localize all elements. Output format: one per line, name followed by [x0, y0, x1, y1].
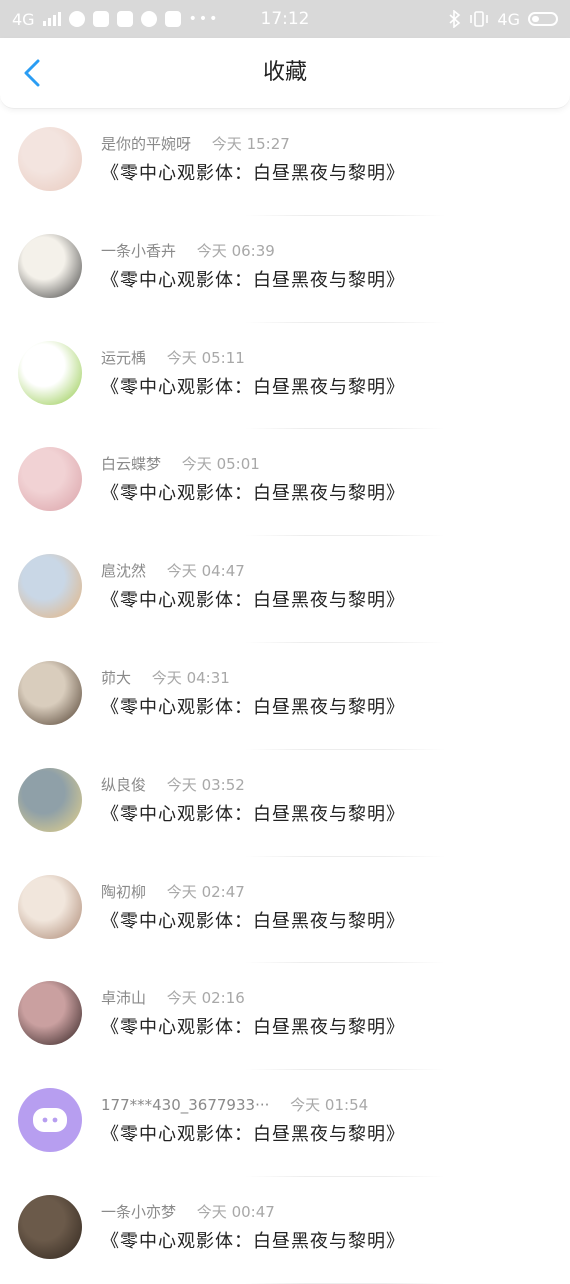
list-item[interactable]: 卓沛山 今天 02:16 《零中心观影体：白昼黑夜与黎明》	[0, 963, 570, 1071]
item-content: 《零中心观影体：白昼黑夜与黎明》	[101, 163, 405, 184]
item-content: 《零中心观影体：白昼黑夜与黎明》	[101, 696, 405, 718]
user-name: 陶初柳	[101, 882, 147, 901]
avatar[interactable]	[18, 127, 82, 191]
chat-bubble-icon	[33, 1108, 67, 1133]
timestamp: 今天 02:47	[166, 882, 245, 901]
list-item[interactable]: 茆大 今天 04:31 《零中心观影体：白昼黑夜与黎明》	[0, 643, 570, 750]
play-app-icon	[140, 11, 157, 27]
item-content: 《零中心观影体：白昼黑夜与黎明》	[101, 1124, 405, 1146]
list-item[interactable]: 一条小亦梦 今天 00:47 《零中心观影体：白昼黑夜与黎明》	[0, 1177, 570, 1284]
s-app-icon	[164, 11, 181, 27]
status-right: 4G	[449, 10, 558, 29]
reader-app-icon	[92, 11, 109, 27]
timestamp: 今天 02:16	[166, 989, 245, 1008]
page-title: 收藏	[262, 60, 307, 85]
timestamp: 今天 01:54	[290, 1096, 369, 1115]
back-button[interactable]	[18, 58, 46, 88]
avatar[interactable]	[18, 1088, 82, 1153]
signal-icon	[42, 12, 61, 26]
list-item[interactable]: 177***430_3677933··· 今天 01:54 《零中心观影体：白昼…	[0, 1070, 570, 1177]
list-item[interactable]: 一条小香卉 今天 06:39 《零中心观影体：白昼黑夜与黎明》	[0, 216, 570, 323]
user-name: 白云蝶梦	[101, 455, 162, 474]
user-name: 运元楀	[101, 348, 147, 367]
list-item[interactable]: 扈沈然 今天 04:47 《零中心观影体：白昼黑夜与黎明》	[0, 536, 570, 643]
list-item[interactable]: 白云蝶梦 今天 05:01 《零中心观影体：白昼黑夜与黎明》	[0, 429, 570, 537]
user-name: 纵良俊	[101, 775, 147, 794]
battery-icon	[528, 12, 558, 26]
list-item[interactable]: 陶初柳 今天 02:47 《零中心观影体：白昼黑夜与黎明》	[0, 857, 570, 964]
status-bar: 4G ••• 17:12 4G	[0, 0, 570, 38]
item-content: 《零中心观影体：白昼黑夜与黎明》	[101, 590, 405, 612]
item-meta: 一条小香卉 今天 06:39	[101, 240, 275, 261]
timestamp: 今天 15:27	[211, 135, 290, 153]
item-content: 《零中心观影体：白昼黑夜与黎明》	[101, 483, 405, 505]
navigation-bar: 收藏	[0, 38, 570, 109]
list-item[interactable]: 运元楀 今天 05:11 《零中心观影体：白昼黑夜与黎明》	[0, 323, 570, 430]
item-content: 《零中心观影体：白昼黑夜与黎明》	[101, 910, 405, 932]
item-content: 《零中心观影体：白昼黑夜与黎明》	[101, 1230, 405, 1252]
bluetooth-icon	[449, 10, 461, 28]
item-content: 《零中心观影体：白昼黑夜与黎明》	[101, 1017, 405, 1039]
network-right-label: 4G	[497, 9, 520, 29]
avatar[interactable]	[18, 233, 82, 298]
avatar[interactable]	[18, 981, 82, 1046]
list-item[interactable]: 是你的平婉呀 今天 15:27 《零中心观影体：白昼黑夜与黎明》	[0, 109, 570, 216]
item-content: 《零中心观影体：白昼黑夜与黎明》	[101, 269, 405, 291]
item-meta: 纵良俊 今天 03:52	[101, 774, 245, 795]
item-meta: 177***430_3677933··· 今天 01:54	[101, 1094, 368, 1115]
more-notifications-icon: •••	[188, 11, 220, 27]
user-name: 177***430_3677933···	[101, 1096, 270, 1115]
item-meta: 茆大 今天 04:31	[101, 667, 230, 688]
avatar[interactable]	[18, 340, 82, 405]
timestamp: 今天 05:01	[181, 455, 260, 474]
timestamp: 今天 06:39	[196, 241, 275, 260]
timestamp: 今天 04:31	[151, 668, 230, 687]
item-meta: 是你的平婉呀 今天 15:27	[101, 133, 290, 154]
item-content: 《零中心观影体：白昼黑夜与黎明》	[101, 803, 405, 825]
item-meta: 陶初柳 今天 02:47	[101, 881, 245, 902]
network-label: 4G	[12, 9, 35, 29]
user-name: 扈沈然	[101, 562, 147, 581]
timestamp: 今天 03:52	[166, 775, 245, 794]
avatar[interactable]	[18, 1194, 82, 1259]
user-name: 一条小香卉	[101, 241, 177, 260]
reader-app-icon-2	[116, 11, 133, 27]
item-meta: 一条小亦梦 今天 00:47	[101, 1201, 275, 1222]
avatar[interactable]	[18, 767, 82, 832]
timestamp: 今天 05:11	[166, 348, 245, 367]
avatar[interactable]	[18, 554, 82, 619]
user-name: 茆大	[101, 668, 132, 687]
status-left: 4G •••	[12, 10, 219, 29]
list-item[interactable]: 纵良俊 今天 03:52 《零中心观影体：白昼黑夜与黎明》	[0, 750, 570, 857]
item-meta: 卓沛山 今天 02:16	[101, 987, 245, 1008]
user-name: 卓沛山	[101, 989, 147, 1008]
favorites-list: 是你的平婉呀 今天 15:27 《零中心观影体：白昼黑夜与黎明》 一条小香卉 今…	[0, 109, 570, 1284]
timestamp: 今天 00:47	[196, 1202, 275, 1221]
item-content: 《零中心观影体：白昼黑夜与黎明》	[101, 376, 405, 398]
chat-app-icon	[68, 11, 85, 27]
timestamp: 今天 04:47	[166, 562, 245, 581]
chevron-left-icon	[24, 59, 40, 87]
avatar[interactable]	[18, 660, 82, 725]
avatar[interactable]	[18, 874, 82, 939]
user-name: 一条小亦梦	[101, 1202, 177, 1221]
item-meta: 扈沈然 今天 04:47	[101, 560, 245, 581]
vibrate-icon	[470, 11, 489, 27]
item-meta: 运元楀 今天 05:11	[101, 347, 245, 368]
avatar[interactable]	[18, 447, 82, 512]
item-meta: 白云蝶梦 今天 05:01	[101, 453, 260, 474]
user-name: 是你的平婉呀	[101, 135, 192, 153]
